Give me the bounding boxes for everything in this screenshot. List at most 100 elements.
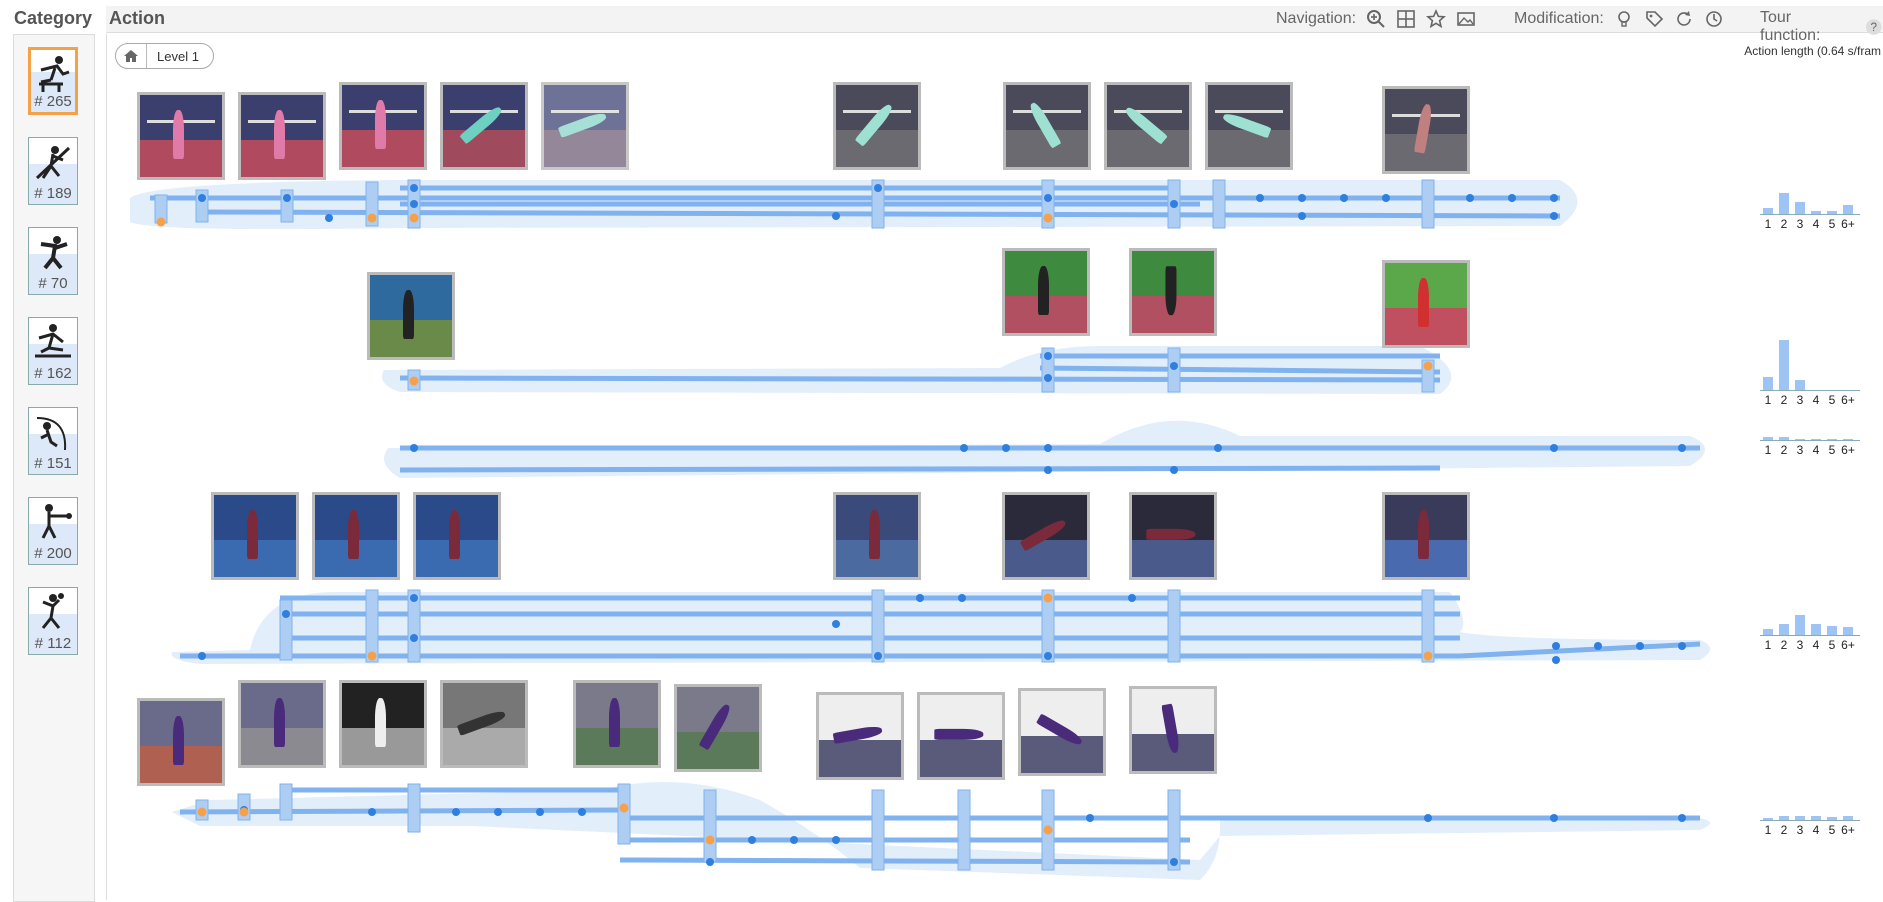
histogram-label: 1 (1764, 393, 1772, 407)
flow-node (325, 214, 333, 222)
frame-thumbnail[interactable] (1129, 686, 1217, 774)
frame-thumbnail[interactable] (440, 82, 528, 170)
frame-thumbnail[interactable] (211, 492, 299, 580)
histogram-bar (1811, 816, 1821, 820)
frame-thumbnail[interactable] (833, 82, 921, 170)
frame-thumbnail[interactable] (816, 692, 904, 780)
frame-thumbnail[interactable] (917, 692, 1005, 780)
frame-thumbnail[interactable] (1129, 248, 1217, 336)
flow-node (368, 808, 376, 816)
flow-node (958, 594, 966, 602)
frame-thumbnail[interactable] (1002, 248, 1090, 336)
histogram-label: 5 (1828, 443, 1836, 457)
frame-thumbnail[interactable] (1129, 492, 1217, 580)
group-bar (703, 789, 717, 863)
histogram-label: 1 (1764, 638, 1772, 652)
band-row-5 (172, 782, 1710, 880)
flow-accent-node (367, 651, 377, 661)
frame-thumbnail[interactable] (1104, 82, 1192, 170)
flow-node (1044, 444, 1052, 452)
histogram-label: 1 (1764, 217, 1772, 231)
flow-node (1256, 194, 1264, 202)
histogram-labels: 1 2 3 4 5 6+ (1760, 638, 1860, 652)
frame-thumbnail[interactable] (1382, 492, 1470, 580)
histogram-label: 5 (1828, 393, 1836, 407)
frame-thumbnail[interactable] (238, 92, 326, 180)
flow-node (578, 808, 586, 816)
frame-thumbnail[interactable] (440, 680, 528, 768)
flow-node (832, 212, 840, 220)
frame-thumbnail[interactable] (137, 92, 225, 180)
flow-node (1044, 352, 1052, 360)
histogram-label: 5 (1828, 217, 1836, 231)
flow-node (1086, 814, 1094, 822)
flow-accent-node (197, 807, 207, 817)
histogram-labels: 1 2 3 4 5 6+ (1760, 393, 1860, 407)
frame-thumbnail[interactable] (1205, 82, 1293, 170)
histogram-label: 6+ (1841, 393, 1855, 407)
frame-thumbnail[interactable] (339, 82, 427, 170)
frame-thumbnail[interactable] (367, 272, 455, 360)
histogram-bar (1827, 817, 1837, 820)
flow-node (1298, 212, 1306, 220)
histogram-bar (1843, 205, 1853, 214)
frame-thumbnail[interactable] (413, 492, 501, 580)
flow-accent-node (409, 213, 419, 223)
frame-thumbnail[interactable] (1003, 82, 1091, 170)
histogram-bar (1811, 439, 1821, 440)
histogram-label: 2 (1780, 823, 1788, 837)
group-bar (365, 589, 379, 663)
flow-node (1214, 444, 1222, 452)
histogram-bar (1795, 202, 1805, 214)
frame-thumbnail[interactable] (1382, 260, 1470, 348)
flow-node (1044, 374, 1052, 382)
frame-thumbnail[interactable] (1018, 688, 1106, 776)
histogram-label: 4 (1812, 638, 1820, 652)
flow-accent-node (409, 376, 419, 386)
flow-node (1170, 858, 1178, 866)
flow-node (1044, 466, 1052, 474)
histogram-label: 6+ (1841, 443, 1855, 457)
frame-thumbnail[interactable] (1002, 492, 1090, 580)
flow-accent-node (156, 217, 166, 227)
flow-node (832, 620, 840, 628)
frame-thumbnail[interactable] (573, 680, 661, 768)
histogram-bar (1779, 624, 1789, 635)
flow-node (410, 200, 418, 208)
frame-thumbnail[interactable] (1382, 86, 1470, 174)
histogram-bar (1795, 615, 1805, 635)
flow-node (1552, 642, 1560, 650)
flow-node (1550, 444, 1558, 452)
length-histogram: 1 2 3 4 5 6+ (1760, 426, 1860, 457)
frame-thumbnail[interactable] (833, 492, 921, 580)
frame-thumbnail[interactable] (339, 680, 427, 768)
frame-thumbnail[interactable] (674, 684, 762, 772)
histogram-label: 4 (1812, 823, 1820, 837)
frame-thumbnail[interactable] (312, 492, 400, 580)
flow-node (1424, 814, 1432, 822)
histogram-label: 3 (1796, 393, 1804, 407)
flow-accent-node (1423, 651, 1433, 661)
group-bar (871, 589, 885, 663)
flow-node (1298, 194, 1306, 202)
flow-node (1002, 444, 1010, 452)
frame-thumbnail[interactable] (137, 698, 225, 786)
flow-node (1678, 814, 1686, 822)
frame-thumbnail[interactable] (541, 82, 629, 170)
histogram-bars (1760, 806, 1860, 821)
flow-node (1594, 642, 1602, 650)
flow-accent-node (1423, 361, 1433, 371)
frame-thumbnail[interactable] (238, 680, 326, 768)
flow-accent-node (1043, 593, 1053, 603)
flow-line (399, 375, 1441, 383)
flow-node (282, 610, 290, 618)
flow-accent-node (1043, 213, 1053, 223)
histogram-label: 2 (1780, 638, 1788, 652)
histogram-bar (1843, 439, 1853, 440)
histogram-bar (1779, 816, 1789, 820)
group-bar (871, 789, 885, 871)
histogram-label: 4 (1812, 217, 1820, 231)
histogram-label: 2 (1780, 443, 1788, 457)
histogram-bar (1763, 818, 1773, 820)
histogram-labels: 1 2 3 4 5 6+ (1760, 823, 1860, 837)
